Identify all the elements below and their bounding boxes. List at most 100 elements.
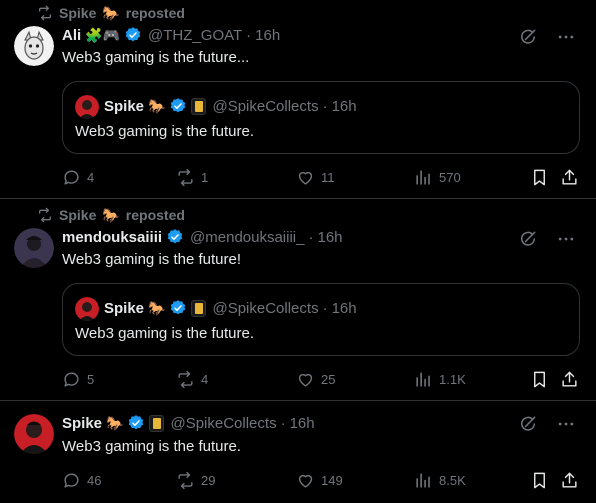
repost-button[interactable]: 4 [176, 368, 208, 390]
verified-badge-icon [169, 299, 187, 317]
views-count: 1.1K [439, 371, 466, 387]
post-time[interactable]: 16h [255, 27, 280, 44]
repost-icon [178, 370, 193, 388]
bookmark-button[interactable] [530, 469, 549, 491]
repost-user-emoji: 🐎 [102, 207, 120, 223]
avatar[interactable] [14, 26, 54, 66]
quote-header: Spike 🐎 @SpikeCollects · 16h [104, 95, 357, 117]
author-handle[interactable]: @THZ_GOAT [148, 27, 242, 44]
share-button[interactable] [560, 368, 579, 390]
avatar[interactable] [14, 414, 54, 454]
grok-icon[interactable] [518, 27, 538, 47]
bookmark-button[interactable] [530, 166, 549, 188]
share-icon [562, 371, 577, 387]
views-button[interactable]: 570 [414, 166, 461, 188]
repost-count: 29 [201, 472, 216, 488]
quote-time: 16h [331, 97, 357, 115]
gold-badge-icon [191, 299, 207, 317]
repost-user[interactable]: Spike [59, 5, 96, 21]
quote-author-name: Spike [104, 299, 145, 317]
post-top-actions [518, 229, 576, 249]
post-text: Web3 gaming is the future! [62, 251, 241, 268]
post-time[interactable]: 16h [317, 229, 342, 246]
repost-button[interactable]: 29 [176, 469, 215, 491]
verified-badge-icon [124, 26, 142, 44]
separator: · [280, 414, 286, 432]
quoted-post[interactable]: Spike 🐎 @SpikeCollects · 16h Web3 gaming… [62, 283, 580, 356]
avatar[interactable] [14, 228, 54, 268]
repost-label: reposted [125, 207, 185, 223]
author-name[interactable]: Spike [62, 415, 102, 432]
reply-icon [64, 371, 79, 387]
repost-context: Spike 🐎 reposted [37, 4, 185, 22]
quote-author-name: Spike [104, 97, 145, 115]
author-name[interactable]: mendouksaiiii [62, 229, 162, 246]
reply-button[interactable]: 4 [62, 166, 94, 188]
more-icon[interactable] [556, 27, 576, 47]
more-icon[interactable] [556, 229, 576, 249]
share-button[interactable] [560, 469, 579, 491]
post-header: Ali 🧩🎮 @THZ_GOAT · 16h [62, 24, 280, 46]
like-icon [298, 474, 313, 488]
like-count: 25 [321, 371, 336, 387]
post-time[interactable]: 16h [290, 415, 315, 432]
reply-count: 5 [87, 371, 95, 387]
grok-icon[interactable] [518, 414, 538, 434]
share-icon [562, 169, 577, 185]
like-button[interactable]: 11 [296, 166, 335, 188]
views-button[interactable]: 8.5K [414, 469, 466, 491]
post-header: mendouksaiiii @mendouksaiiii_ · 16h [62, 226, 343, 248]
author-handle[interactable]: @SpikeCollects [170, 415, 276, 432]
separator: · [322, 299, 328, 317]
author-emoji: 🐎 [106, 415, 124, 431]
views-icon [416, 169, 430, 185]
author-handle[interactable]: @mendouksaiiii_ [190, 229, 304, 246]
bookmark-button[interactable] [530, 368, 549, 390]
repost-button[interactable]: 1 [176, 166, 208, 188]
repost-count: 4 [201, 371, 209, 387]
quote-author-emoji: 🐎 [148, 98, 166, 114]
separator: · [308, 228, 314, 246]
like-button[interactable]: 25 [296, 368, 335, 390]
like-count: 149 [321, 472, 343, 488]
post-top-actions [518, 27, 576, 47]
quote-avatar [75, 297, 99, 321]
post-text: Web3 gaming is the future. [62, 438, 241, 455]
share-icon [562, 472, 577, 488]
reply-count: 46 [87, 472, 102, 488]
post-1[interactable]: Spike 🐎 reposted Ali 🧩🎮 @THZ_GOAT · 16h … [0, 0, 596, 198]
reply-button[interactable]: 46 [62, 469, 101, 491]
more-icon[interactable] [556, 414, 576, 434]
quote-text: Web3 gaming is the future. [75, 325, 254, 342]
reply-icon [64, 472, 79, 488]
repost-label: reposted [125, 5, 185, 21]
grok-icon[interactable] [518, 229, 538, 249]
post-2[interactable]: Spike 🐎 reposted mendouksaiiii @mendouks… [0, 199, 596, 400]
quote-header: Spike 🐎 @SpikeCollects · 16h [104, 297, 357, 319]
bookmark-icon [534, 371, 545, 387]
repost-user-emoji: 🐎 [102, 5, 120, 21]
share-button[interactable] [560, 166, 579, 188]
quote-author-handle: @SpikeCollects [212, 299, 319, 317]
like-count: 11 [321, 169, 335, 185]
repost-icon [39, 207, 51, 223]
views-icon [416, 371, 430, 387]
repost-user[interactable]: Spike [59, 207, 96, 223]
reply-button[interactable]: 5 [62, 368, 94, 390]
quoted-post[interactable]: Spike 🐎 @SpikeCollects · 16h Web3 gaming… [62, 81, 580, 154]
verified-badge-icon [127, 414, 145, 432]
verified-badge-icon [169, 97, 187, 115]
bookmark-icon [534, 472, 545, 488]
views-button[interactable]: 1.1K [414, 368, 466, 390]
repost-icon [39, 5, 51, 21]
post-header: Spike 🐎 @SpikeCollects · 16h [62, 412, 315, 434]
like-button[interactable]: 149 [296, 469, 343, 491]
like-icon [298, 373, 313, 387]
verified-badge-icon [166, 228, 184, 246]
reply-count: 4 [87, 169, 95, 185]
author-name[interactable]: Ali [62, 27, 81, 44]
post-actions: 46 29 149 8.5K [62, 469, 584, 491]
post-3[interactable]: Spike 🐎 @SpikeCollects · 16h Web3 gaming… [0, 401, 596, 503]
post-actions: 4 1 11 570 [62, 166, 584, 188]
reply-icon [64, 169, 79, 185]
